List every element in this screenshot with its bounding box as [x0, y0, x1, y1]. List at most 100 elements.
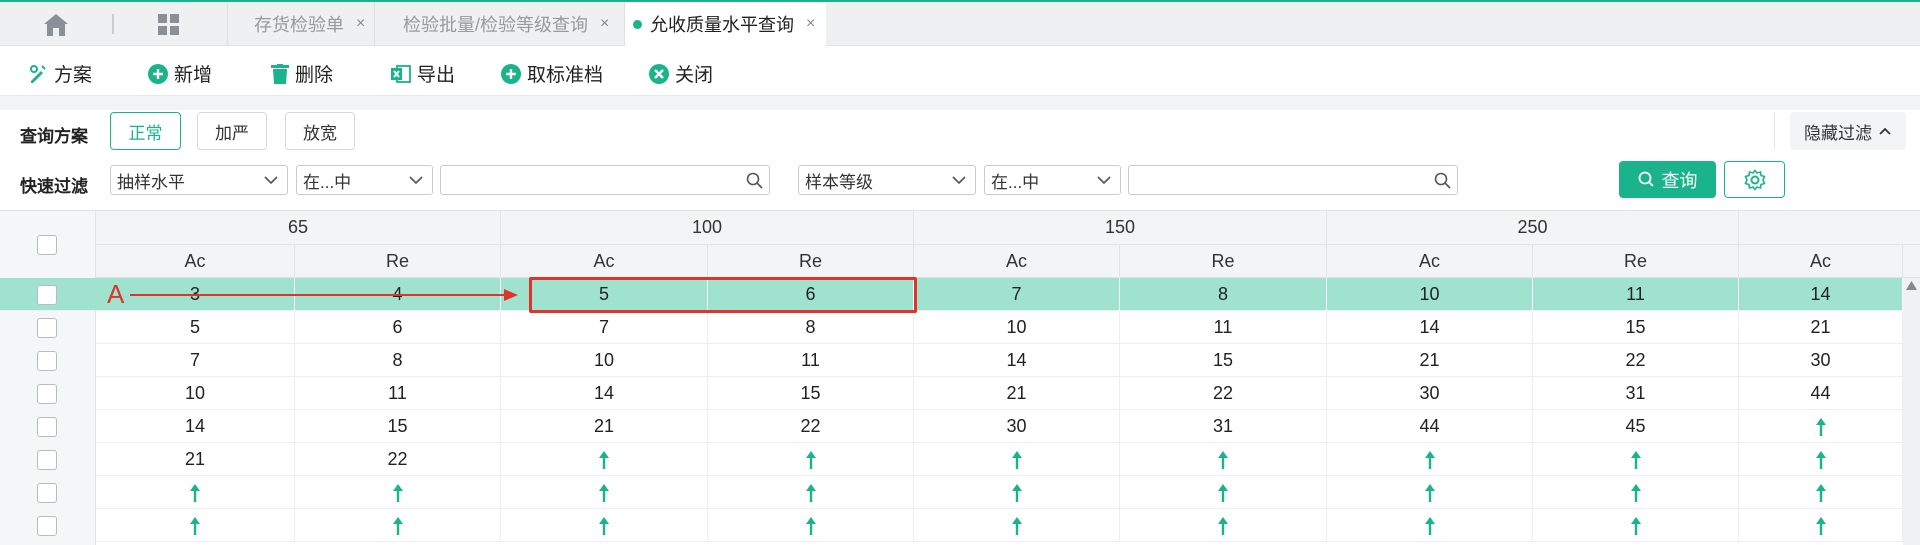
cancel-standard-button[interactable]: 取标准档 — [501, 60, 603, 87]
tab-inspection-batch-query[interactable]: 检验批量/检验等级查询 × — [374, 2, 624, 46]
close-button[interactable]: 关闭 — [649, 60, 713, 87]
row-checkbox[interactable] — [37, 318, 57, 338]
chevron-down-icon — [264, 176, 278, 185]
arrow-up-icon — [1739, 410, 1903, 443]
column-header-re[interactable]: Re — [1120, 245, 1327, 277]
arrow-up-icon — [1533, 443, 1739, 476]
column-header-re[interactable]: Re — [1533, 245, 1739, 277]
arrow-up-icon — [96, 476, 295, 509]
add-label: 新增 — [174, 65, 213, 86]
export-label: 导出 — [417, 65, 456, 86]
arrow-up-icon — [1120, 443, 1327, 476]
table-cell: 8 — [1120, 278, 1327, 311]
select-value: 样本等级 — [805, 172, 873, 192]
filter-value-input-2[interactable] — [1128, 165, 1458, 195]
close-label: 关闭 — [675, 65, 714, 86]
chevron-down-icon — [952, 176, 966, 185]
apps-grid-icon[interactable] — [157, 13, 181, 37]
column-header-ac[interactable]: Ac — [501, 245, 708, 277]
home-icon[interactable] — [42, 12, 70, 38]
gear-icon — [1743, 168, 1766, 191]
scheme-relaxed-button[interactable]: 放宽 — [285, 112, 355, 150]
table-row[interactable] — [96, 509, 1920, 542]
column-header-ac[interactable]: Ac — [1327, 245, 1533, 277]
table-row[interactable]: 21 22 — [96, 443, 1920, 476]
query-button[interactable]: 查询 — [1619, 161, 1716, 198]
column-header-re[interactable]: Re — [708, 245, 914, 277]
column-header-ac[interactable]: Ac — [1739, 245, 1903, 277]
tab-inventory-inspection[interactable]: 存货检验单 × — [227, 2, 373, 46]
arrow-up-icon — [914, 476, 1120, 509]
scroll-up-icon[interactable] — [1903, 278, 1920, 294]
column-header-ac[interactable]: Ac — [96, 245, 295, 277]
scheme-label: 方案 — [54, 65, 93, 86]
column-header-ac[interactable]: Ac — [914, 245, 1120, 277]
table-cell: 10 — [96, 377, 295, 410]
scheme-normal-button[interactable]: 正常 — [110, 112, 181, 150]
export-button[interactable]: 导出 — [391, 60, 455, 87]
row-checkbox[interactable] — [37, 384, 57, 404]
chevron-down-icon — [1097, 176, 1111, 185]
search-icon — [1638, 171, 1654, 187]
sample-grade-select[interactable]: 样本等级 — [798, 165, 976, 195]
row-checkbox[interactable] — [37, 285, 57, 305]
table-cell: 11 — [1120, 311, 1327, 344]
select-all-checkbox[interactable] — [37, 235, 57, 255]
close-icon[interactable]: × — [356, 15, 365, 33]
tab-aql-query[interactable]: 允收质量水平查询 × — [624, 2, 826, 46]
arrow-up-icon — [1327, 509, 1533, 542]
hide-filter-button[interactable]: 隐藏过滤 — [1790, 112, 1906, 150]
table-cell: 10 — [914, 311, 1120, 344]
table-cell: 15 — [708, 377, 914, 410]
excel-icon — [391, 64, 411, 83]
table-cell: 6 — [295, 311, 501, 344]
row-checkbox[interactable] — [37, 483, 57, 503]
scheme-button[interactable]: 方案 — [28, 60, 92, 87]
table-row[interactable] — [96, 476, 1920, 509]
close-icon[interactable]: × — [600, 15, 609, 33]
row-checkbox[interactable] — [37, 351, 57, 371]
toolbar: 方案 新增 删除 导出 取标准档 关闭 — [0, 46, 1920, 96]
table-row[interactable]: 14 15 21 22 30 31 44 45 — [96, 410, 1920, 443]
table-cell: 30 — [1327, 377, 1533, 410]
arrow-up-icon — [914, 443, 1120, 476]
row-checkbox[interactable] — [37, 450, 57, 470]
table-row[interactable]: 5 6 7 8 10 11 14 15 21 — [96, 311, 1920, 344]
row-checkbox[interactable] — [37, 516, 57, 536]
table-cell: 15 — [295, 410, 501, 443]
sampling-level-select[interactable]: 抽样水平 — [110, 165, 288, 195]
row-checkbox[interactable] — [37, 417, 57, 437]
close-icon[interactable]: × — [806, 15, 815, 33]
add-button[interactable]: 新增 — [148, 60, 212, 87]
scheme-tightened-button[interactable]: 加严 — [197, 112, 267, 150]
table-cell: 14 — [1327, 311, 1533, 344]
table-cell: 21 — [1739, 311, 1903, 344]
arrow-up-icon — [1739, 443, 1903, 476]
table-cell: 10 — [1327, 278, 1533, 311]
search-icon[interactable] — [746, 172, 763, 189]
operator-select-1[interactable]: 在...中 — [296, 165, 433, 195]
vertical-scrollbar[interactable] — [1903, 278, 1920, 545]
column-header-re[interactable]: Re — [295, 245, 501, 277]
aql-table: 65100150250 AcReAcReAcReAcReAc 345678101… — [0, 210, 1920, 545]
active-dot-icon — [633, 19, 642, 29]
table-cell: 15 — [1120, 344, 1327, 377]
plus-circle-icon — [501, 63, 521, 84]
table-cell: 22 — [708, 410, 914, 443]
header-sub-row: Ac Re Ac Re Ac Re Ac Re Ac — [96, 245, 1920, 278]
filter-value-input-1[interactable] — [440, 165, 770, 195]
table-row[interactable]: 10 11 14 15 21 22 30 31 44 — [96, 377, 1920, 410]
arrow-up-icon — [295, 476, 501, 509]
divider — [1774, 112, 1775, 150]
operator-select-2[interactable]: 在...中 — [984, 165, 1121, 195]
settings-button[interactable] — [1724, 161, 1785, 198]
delete-button[interactable]: 删除 — [271, 60, 333, 87]
table-cell: 14 — [96, 410, 295, 443]
group-header: 150 — [914, 211, 1327, 244]
table-cell: 22 — [295, 443, 501, 476]
table-row[interactable]: 7 8 10 11 14 15 21 22 30 — [96, 344, 1920, 377]
search-icon[interactable] — [1434, 172, 1451, 189]
arrow-up-icon — [501, 476, 708, 509]
query-label: 查询 — [1661, 170, 1698, 191]
table-cell: 14 — [914, 344, 1120, 377]
